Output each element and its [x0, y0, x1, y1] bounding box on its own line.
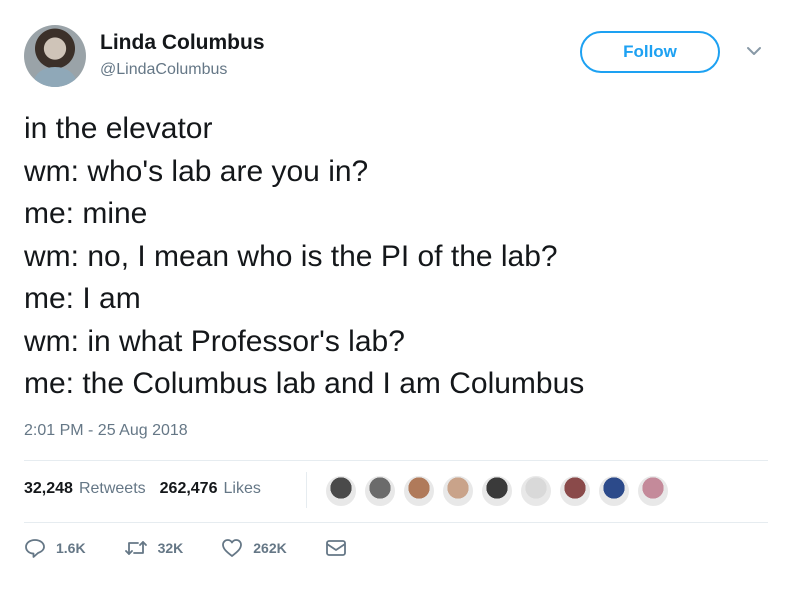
likes-count[interactable]: 262,476: [160, 480, 218, 498]
reply-button[interactable]: 1.6K: [24, 538, 86, 558]
liker-avatar[interactable]: [324, 474, 358, 508]
envelope-icon: [325, 540, 346, 556]
liker-avatar[interactable]: [363, 474, 397, 508]
author-handle[interactable]: @LindaColumbus: [100, 61, 227, 79]
liker-avatar[interactable]: [402, 474, 436, 508]
reply-count: 1.6K: [56, 540, 86, 556]
likes-label[interactable]: Likes: [223, 480, 260, 498]
liker-avatar[interactable]: [597, 474, 631, 508]
retweet-button[interactable]: 32K: [124, 538, 184, 558]
retweets-label[interactable]: Retweets: [79, 480, 146, 498]
author-name[interactable]: Linda Columbus: [100, 31, 265, 55]
liker-avatars: [324, 474, 675, 508]
author-avatar[interactable]: [24, 25, 86, 87]
tweet-line: me: the Columbus lab and I am Columbus: [24, 367, 585, 400]
liker-avatar[interactable]: [480, 474, 514, 508]
tweet-line: in the elevator: [24, 112, 213, 145]
heart-icon: [222, 539, 243, 557]
direct-message-button[interactable]: [325, 539, 357, 557]
tweet-line: wm: no, I mean who is the PI of the lab?: [24, 239, 558, 273]
liker-avatar[interactable]: [441, 474, 475, 508]
tweet-text: in the elevator wm: who's lab are you in…: [24, 108, 784, 406]
liker-avatar[interactable]: [636, 474, 670, 508]
reply-icon: [25, 539, 45, 558]
tweet-line: wm: who's lab are you in?: [24, 154, 369, 188]
engagement-stats: 32,248 Retweets 262,476 Likes: [24, 480, 275, 498]
tweet-line: wm: in what Professor's lab?: [24, 324, 405, 358]
tweet-line: me: mine: [24, 197, 148, 230]
retweets-count[interactable]: 32,248: [24, 480, 73, 498]
retweet-count: 32K: [157, 540, 184, 556]
tweet-actions: 1.6K 32K 262K: [24, 538, 395, 558]
stats-separator: [306, 472, 307, 508]
liker-avatar[interactable]: [558, 474, 592, 508]
tweet-line: me: I am: [24, 282, 141, 315]
liker-avatar[interactable]: [519, 474, 553, 508]
tweet-timestamp[interactable]: 2:01 PM - 25 Aug 2018: [24, 422, 188, 440]
chevron-down-icon[interactable]: [744, 44, 764, 58]
follow-button[interactable]: Follow: [580, 31, 720, 73]
like-button[interactable]: 262K: [221, 538, 287, 558]
like-count: 262K: [253, 540, 287, 556]
divider-bottom: [24, 522, 768, 523]
divider-top: [24, 460, 768, 461]
retweet-icon: [124, 541, 147, 555]
avatar-shoulders: [34, 67, 76, 87]
